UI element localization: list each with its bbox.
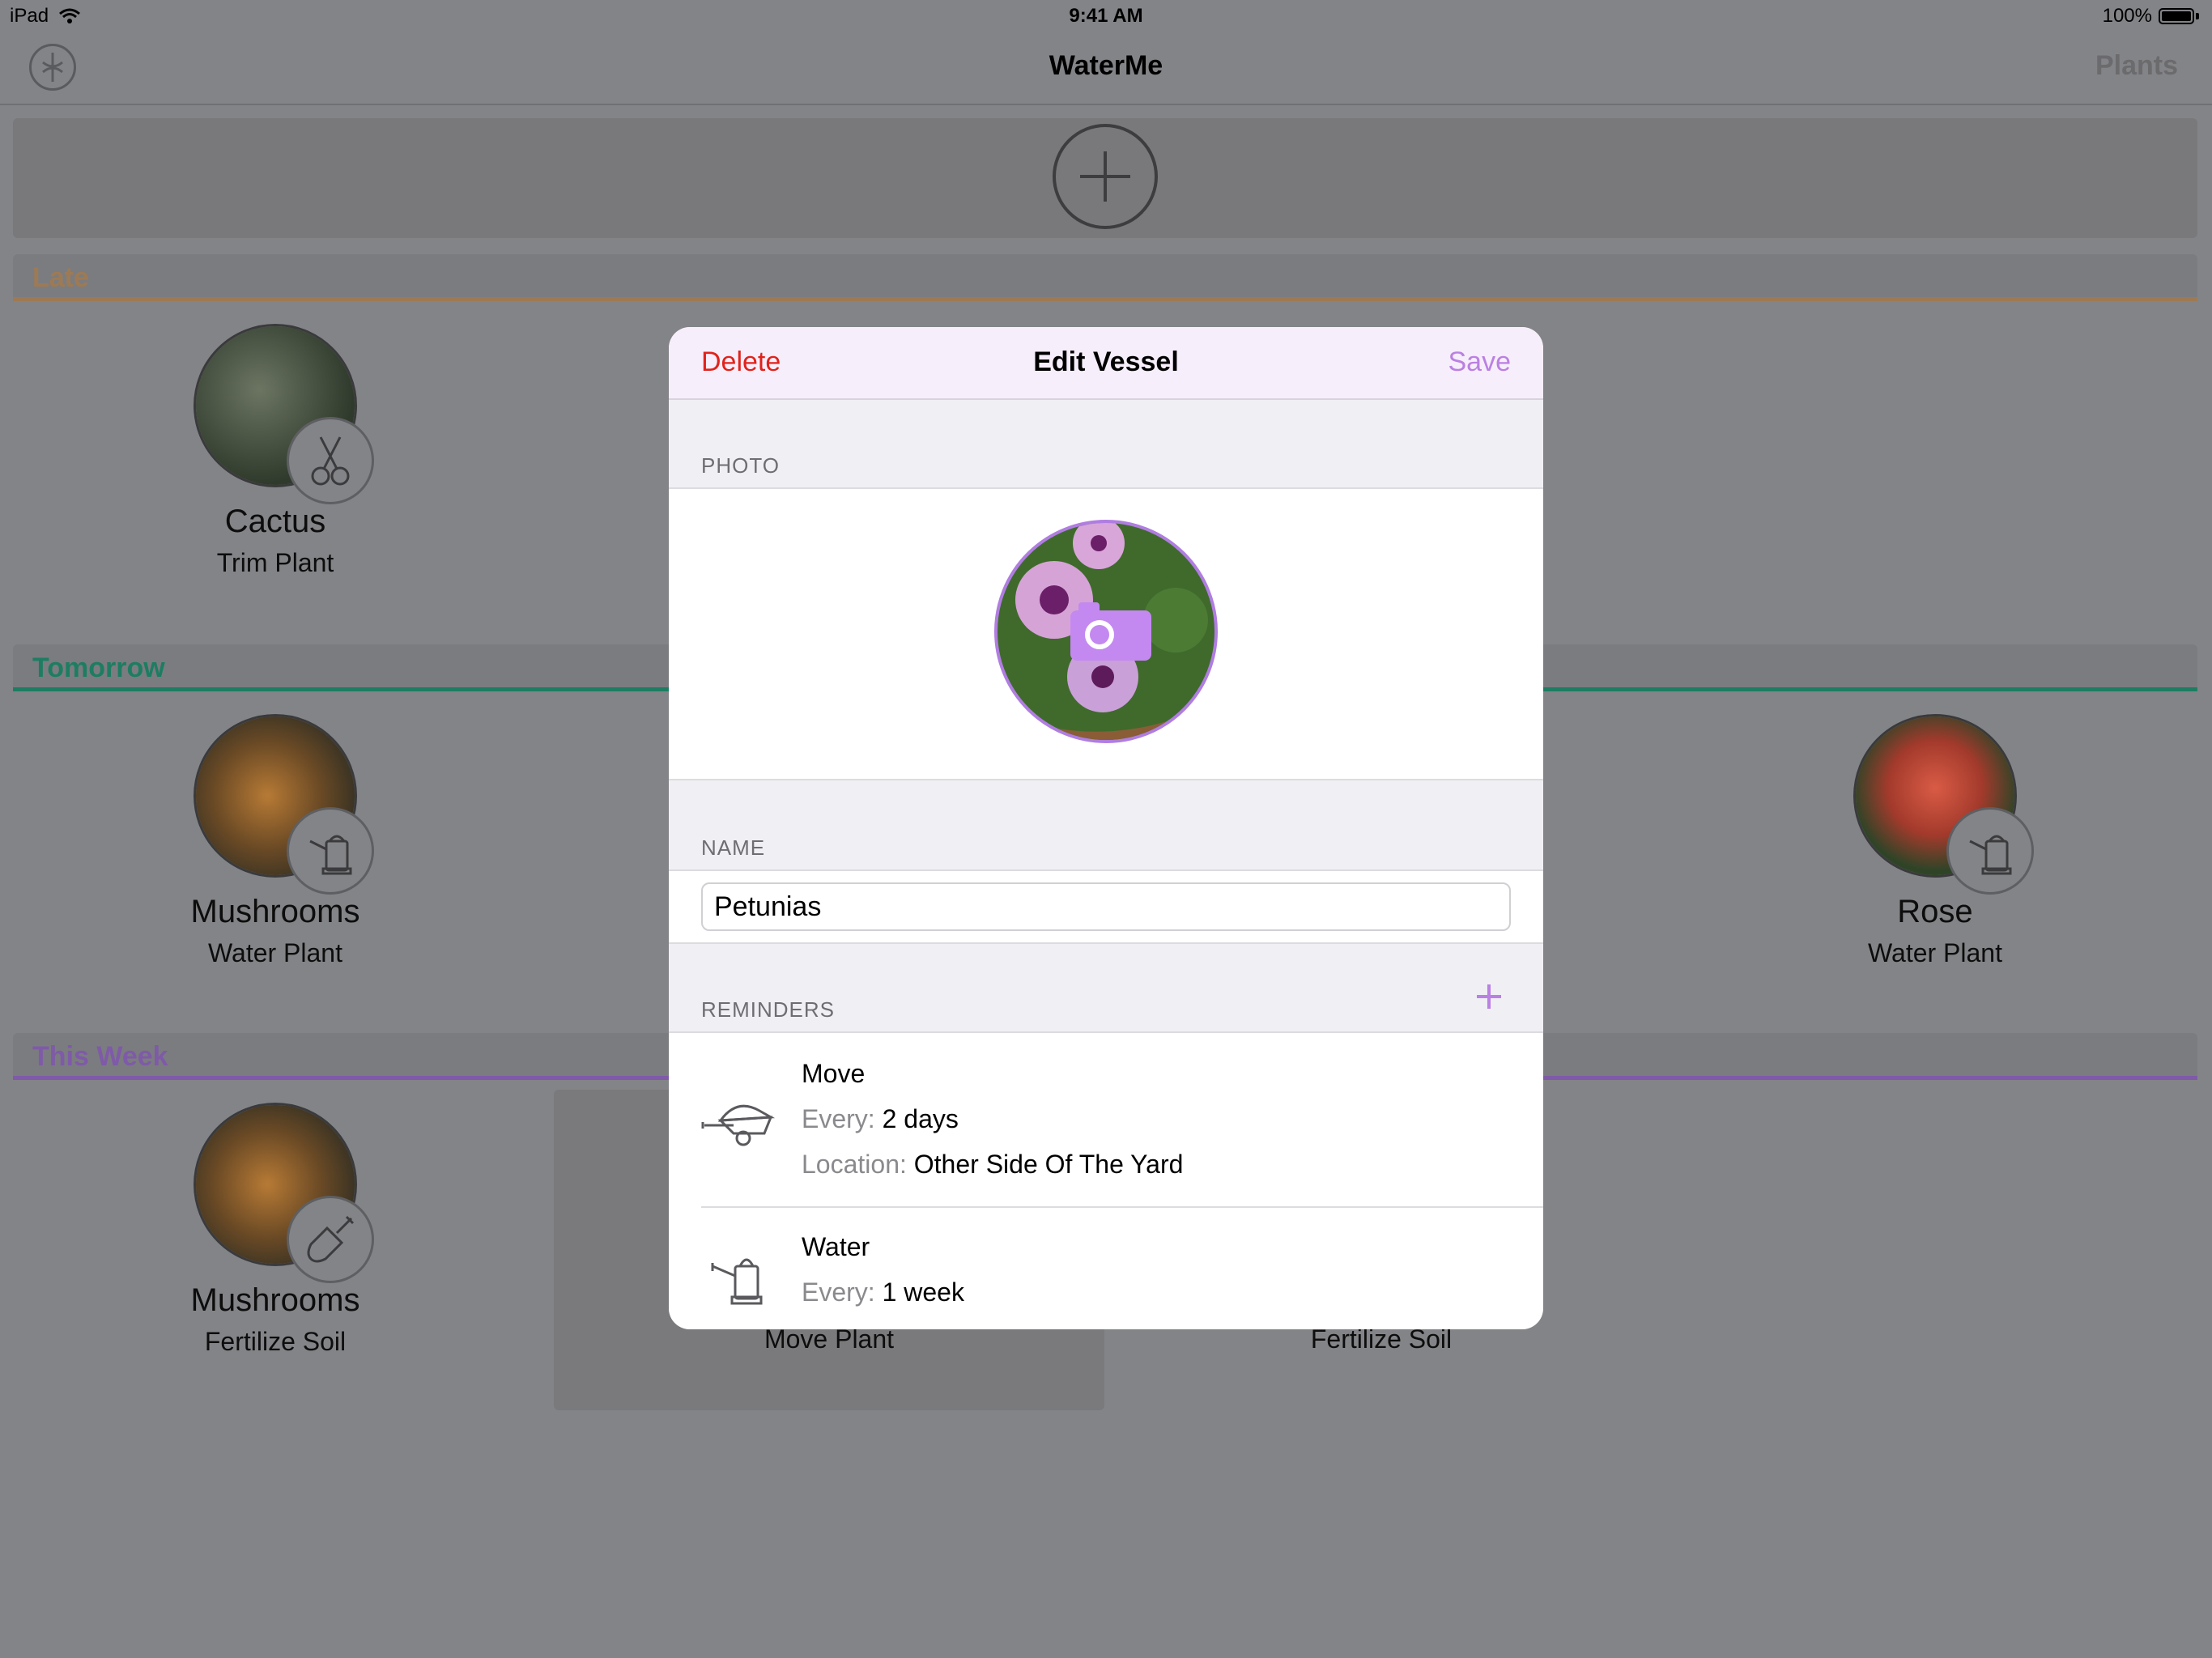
camera-icon xyxy=(1070,602,1151,661)
watering-can-icon xyxy=(711,1258,763,1305)
plants-button[interactable]: Plants xyxy=(2095,50,2178,82)
reminder-title: Water xyxy=(802,1232,870,1261)
plant-task: Fertilize Soil xyxy=(204,1327,347,1356)
modal-header: Delete Edit Vessel Save xyxy=(669,327,1543,400)
reminder-row[interactable]: Water Every: 1 week xyxy=(669,1208,1543,1329)
plant-avatar xyxy=(1853,714,2034,895)
photo-section xyxy=(669,487,1543,780)
section-header-late: Late xyxy=(13,254,2197,301)
reminders-section-label: REMINDERS xyxy=(701,997,836,1022)
vessel-name-input[interactable] xyxy=(701,882,1511,931)
photo-section-label: PHOTO xyxy=(701,453,780,478)
battery-icon xyxy=(2159,8,2194,24)
plant-card[interactable]: Rose Water Plant xyxy=(1773,714,2097,968)
edit-vessel-modal: Delete Edit Vessel Save PHOTO NAME REMIN… xyxy=(669,327,1543,1329)
scissors-icon xyxy=(287,417,374,504)
modal-title: Edit Vessel xyxy=(1033,346,1179,377)
status-time: 9:41 AM xyxy=(1069,5,1143,27)
plant-name: Cactus xyxy=(224,504,326,539)
name-section-label: NAME xyxy=(701,835,766,860)
add-vessel-button[interactable] xyxy=(1053,124,1158,229)
plant-name: Mushrooms xyxy=(190,894,360,929)
save-button[interactable]: Save xyxy=(1448,346,1512,378)
battery-percent: 100% xyxy=(2102,5,2152,27)
plant-name: Rose xyxy=(1897,894,1973,929)
reminder-location: Location: Other Side Of The Yard xyxy=(802,1150,1184,1179)
plant-task: Water Plant xyxy=(1868,938,2002,967)
reminder-interval: Every: 1 week xyxy=(802,1278,964,1307)
section-title: Tomorrow xyxy=(32,653,165,683)
status-bar: iPad 9:41 AM 100% xyxy=(0,0,2212,32)
plant-avatar xyxy=(194,714,374,895)
section-title: Late xyxy=(32,262,89,293)
plant-avatar xyxy=(194,324,374,504)
watering-can-icon xyxy=(1946,807,2034,895)
reminder-interval: Every: 2 days xyxy=(802,1104,959,1133)
plant-avatar xyxy=(194,1103,374,1283)
plant-task: Trim Plant xyxy=(216,548,334,577)
plant-card[interactable]: Mushrooms Water Plant xyxy=(113,714,437,968)
reminder-title: Move xyxy=(802,1059,866,1088)
reminders-list: Move Every: 2 days Location: Other Side … xyxy=(669,1031,1543,1329)
plant-card[interactable]: Cactus Trim Plant xyxy=(113,324,437,578)
add-reminder-button[interactable] xyxy=(1477,984,1501,1009)
plant-name: Mushrooms xyxy=(190,1282,360,1318)
plant-task: Water Plant xyxy=(208,938,342,967)
wheelbarrow-icon xyxy=(701,1104,776,1146)
name-section xyxy=(669,869,1543,944)
plant-card[interactable]: Mushrooms Fertilize Soil xyxy=(113,1103,437,1357)
navigation-bar: WaterMe Plants xyxy=(0,32,2212,105)
vessel-photo-button[interactable] xyxy=(994,520,1218,743)
reminder-row[interactable]: Move Every: 2 days Location: Other Side … xyxy=(669,1033,1543,1206)
watering-can-icon xyxy=(287,807,374,895)
section-title: This Week xyxy=(32,1041,168,1072)
app-title: WaterMe xyxy=(1049,50,1163,81)
shovel-icon xyxy=(287,1196,374,1283)
